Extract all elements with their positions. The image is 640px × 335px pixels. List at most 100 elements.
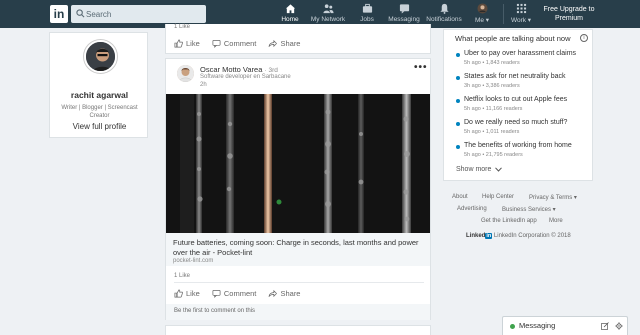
comment-icon [212, 289, 221, 298]
footer-link-get-app[interactable]: Get the LinkedIn app [481, 218, 537, 224]
news-meta: 5h ago • 21,795 readers [464, 152, 523, 158]
footer-link-help-center[interactable]: Help Center [482, 194, 514, 200]
news-headline[interactable]: Netflix looks to cut out Apple fees [464, 96, 567, 103]
like-button[interactable]: Like [174, 289, 200, 298]
bullet-icon [456, 76, 460, 80]
search-input[interactable] [86, 5, 204, 23]
footer-link-business-services[interactable]: Business Services ▾ [502, 206, 556, 213]
news-module-title: What people are talking about now [455, 34, 571, 43]
nav-me[interactable]: Me ▾ [472, 3, 492, 27]
news-headline[interactable]: States ask for net neutrality back [464, 73, 566, 80]
news-meta: 5h ago • 1,843 readers [464, 60, 520, 66]
share-label: Share [280, 39, 301, 48]
news-item[interactable]: States ask for net neutrality back 3h ag… [456, 73, 590, 93]
comment-prompt-bar[interactable]: Be the first to comment on this [166, 304, 430, 320]
search-icon [76, 9, 85, 18]
linkedin-wordmark-in: in [485, 233, 493, 239]
previous-post-actions: Like Comment Share [174, 39, 310, 51]
show-more-label: Show more [456, 166, 492, 173]
comment-icon [212, 39, 221, 48]
profile-photo [86, 42, 115, 71]
comment-button[interactable]: Comment [212, 289, 257, 298]
search-box[interactable] [71, 5, 206, 23]
share-button[interactable]: Share [268, 289, 300, 298]
info-icon[interactable]: i [580, 34, 588, 42]
copyright-text: LinkedIn Corporation © 2018 [493, 233, 571, 239]
nav-messaging-label: Messaging [388, 16, 420, 23]
profile-avatar[interactable] [84, 40, 117, 73]
link-source: pocket-lint.com [173, 258, 214, 264]
next-post-card [165, 325, 431, 335]
share-button[interactable]: Share [268, 39, 300, 48]
nav-notifications-label: Notifications [426, 16, 462, 23]
settings-gear-icon[interactable] [615, 322, 623, 330]
previous-post-card: 1 Like Like Comment Share [165, 24, 431, 54]
post-link-image[interactable] [166, 94, 430, 233]
post-actions: Like Comment Share [174, 289, 310, 301]
chat-icon [399, 4, 409, 14]
bullet-icon [456, 99, 460, 103]
footer-link-more[interactable]: More [549, 218, 563, 224]
news-meta: 3h ago • 3,386 readers [464, 83, 520, 89]
comment-label: Comment [223, 39, 257, 48]
home-icon [285, 4, 295, 14]
comment-prompt-text: Be the first to comment on this [174, 308, 256, 314]
news-headline[interactable]: Do we really need so much stuff? [464, 119, 567, 126]
footer-link-advertising[interactable]: Advertising [457, 206, 487, 212]
feed-post: Oscar Motto Varea · 3rd Software develop… [165, 58, 431, 320]
nav-jobs-label: Jobs [360, 16, 374, 23]
news-item[interactable]: Do we really need so much stuff? 5h ago … [456, 119, 590, 139]
link-title[interactable]: Future batteries, coming soon: Charge in… [173, 238, 425, 258]
comment-button[interactable]: Comment [212, 39, 257, 48]
linkedin-wordmark-text: Linked [466, 233, 486, 239]
news-headline[interactable]: The benefits of working from home [464, 142, 572, 149]
linkedin-wordmark: Linkedin [466, 233, 493, 239]
messaging-dock[interactable]: Messaging [502, 316, 628, 335]
view-full-profile-link[interactable]: View full profile [50, 122, 149, 131]
like-label: Like [186, 289, 200, 298]
footer-link-privacy-terms[interactable]: Privacy & Terms ▾ [529, 194, 577, 201]
network-icon [322, 4, 334, 14]
news-meta: 5h ago • 11,166 readers [464, 106, 523, 112]
bell-icon [439, 3, 449, 14]
avatar [476, 3, 488, 14]
post-likes-count[interactable]: 1 Like [174, 273, 190, 279]
news-meta: 5h ago • 1,011 readers [464, 129, 520, 135]
news-item[interactable]: The benefits of working from home 5h ago… [456, 142, 590, 162]
post-author-title: Software developer en Sarbacane [200, 74, 291, 80]
thumbs-up-icon [174, 289, 183, 298]
compose-icon[interactable] [601, 322, 609, 330]
author-photo [177, 65, 194, 82]
news-item[interactable]: Netflix looks to cut out Apple fees 5h a… [456, 96, 590, 116]
bullet-icon [456, 53, 460, 57]
nav-my-network-label: My Network [310, 16, 346, 23]
share-icon [269, 289, 278, 298]
messaging-label: Messaging [519, 321, 556, 330]
post-author-avatar[interactable] [177, 65, 194, 82]
post-author-name[interactable]: Oscar Motto Varea · 3rd [200, 65, 278, 74]
post-link-preview[interactable]: Future batteries, coming soon: Charge in… [166, 233, 430, 266]
copyright: Linkedin LinkedIn Corporation © 2018 [466, 233, 571, 239]
nav-divider [503, 4, 504, 24]
nav-work[interactable]: Work ▾ [510, 3, 532, 27]
nav-home-label: Home [281, 16, 299, 23]
like-button[interactable]: Like [174, 39, 200, 48]
linkedin-logo[interactable]: in [50, 5, 68, 23]
author-name-text: Oscar Motto Varea [200, 65, 263, 74]
profile-name[interactable]: rachit agarwal [50, 90, 149, 100]
chevron-down-icon [495, 167, 503, 172]
free-upgrade-premium-link[interactable]: Free Upgrade to Premium [540, 5, 598, 23]
news-headline[interactable]: Uber to pay over harassment claims [464, 50, 576, 57]
news-module: What people are talking about now i Uber… [443, 29, 593, 181]
divider [174, 282, 424, 283]
post-more-options-icon[interactable]: ••• [414, 62, 428, 73]
bullet-icon [456, 145, 460, 149]
briefcase-icon [362, 3, 372, 13]
previous-post-likes-count[interactable]: 1 Like [174, 24, 190, 30]
footer-link-about[interactable]: About [452, 194, 468, 200]
show-more-button[interactable]: Show more [456, 166, 503, 173]
news-item[interactable]: Uber to pay over harassment claims 5h ag… [456, 50, 590, 70]
profile-card: rachit agarwal Writer | Blogger | Screen… [49, 32, 148, 138]
comment-label: Comment [223, 289, 257, 298]
share-icon [269, 39, 278, 48]
